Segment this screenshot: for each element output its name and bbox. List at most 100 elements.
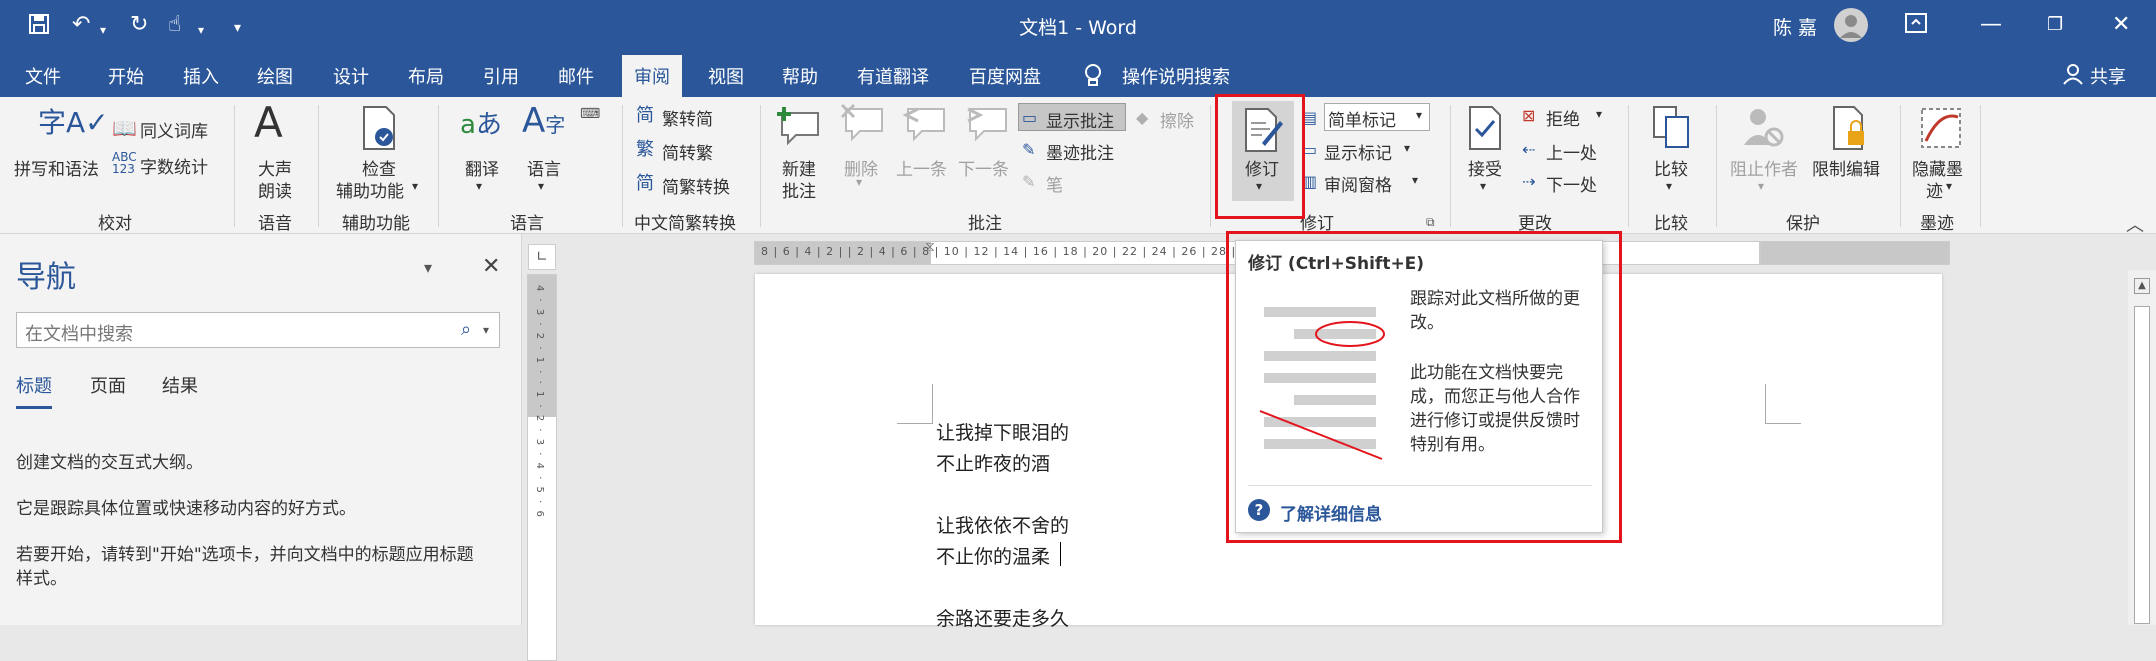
ink-comment-icon: ✎ xyxy=(1022,140,1036,159)
document-line[interactable]: 不止昨夜的酒 xyxy=(936,449,1050,476)
next-comment-button[interactable]: 下一条 xyxy=(958,155,1009,180)
nav-options-icon[interactable]: ▾ xyxy=(424,258,432,277)
restore-icon[interactable]: ❐ xyxy=(2047,13,2063,37)
hide-ink-label: 迹 xyxy=(1926,182,1943,202)
delete-comment-icon xyxy=(838,101,884,152)
previous-change-button[interactable]: 上一处 xyxy=(1546,139,1597,164)
reviewing-pane-button[interactable]: 审阅窗格 xyxy=(1324,171,1392,196)
avatar[interactable] xyxy=(1834,8,1868,42)
accept-button[interactable]: 接受 xyxy=(1468,155,1502,180)
scroll-thumb[interactable] xyxy=(2134,306,2150,624)
tab-references[interactable]: 引用 xyxy=(483,63,519,89)
tab-review[interactable]: 审阅 xyxy=(622,55,682,97)
ribbon-display-icon[interactable] xyxy=(1905,13,1927,40)
group-ink: 墨迹 xyxy=(1920,214,1954,234)
tell-me-search[interactable]: 操作说明搜索 xyxy=(1122,63,1230,89)
separator xyxy=(1980,105,1981,227)
tab-mailings[interactable]: 邮件 xyxy=(558,63,594,89)
tab-file[interactable]: 文件 xyxy=(25,63,61,89)
tab-selector[interactable]: ∟ xyxy=(528,244,556,270)
tab-headings[interactable]: 标题 xyxy=(16,372,52,409)
document-line[interactable]: 不止你的温柔 xyxy=(936,542,1050,569)
group-chinese-conversion: 中文简繁转换 xyxy=(634,214,736,234)
indent-marker[interactable]: ⧖ xyxy=(925,239,935,255)
document-line[interactable]: 让我依依不舍的 xyxy=(936,511,1069,538)
restrict-editing-button[interactable]: 限制编辑 xyxy=(1812,155,1880,180)
minimize-icon[interactable]: — xyxy=(1980,13,2002,37)
restrict-editing-icon xyxy=(1830,105,1870,160)
nav-hint-3: 若要开始，请转到"开始"选项卡，并向文档中的标题应用标题 xyxy=(16,545,474,565)
erase-button[interactable]: 擦除 xyxy=(1160,107,1194,132)
person-icon xyxy=(2063,63,2083,90)
separator xyxy=(622,105,623,227)
to-traditional-icon: 繁 xyxy=(636,139,654,160)
check-accessibility-label: 辅助功能 xyxy=(336,182,404,202)
read-aloud-icon: A xyxy=(254,98,283,147)
close-icon[interactable]: ✕ xyxy=(482,254,500,279)
chevron-down-icon: ▾ xyxy=(476,179,483,193)
accept-icon xyxy=(1466,105,1502,160)
tab-home[interactable]: 开始 xyxy=(108,63,144,89)
next-change-icon: ⇢ xyxy=(1522,172,1536,191)
user-name[interactable]: 陈 嘉 xyxy=(1773,13,1817,40)
separator xyxy=(438,105,439,227)
tab-pages[interactable]: 页面 xyxy=(90,372,126,398)
keyboard-icon[interactable]: ⌨ xyxy=(580,103,600,125)
nav-search-input[interactable]: 在文档中搜索 ⌕ ▾ xyxy=(16,312,500,348)
spelling-grammar-button[interactable]: 拼写和语法 xyxy=(14,155,99,180)
thesaurus-button[interactable]: 同义词库 xyxy=(140,117,208,142)
chevron-down-icon: ▾ xyxy=(538,179,545,193)
vertical-ruler: 4 · 3 · 2 · 1 · · 1 · 2 · 3 · 4 · 5 · 6 xyxy=(527,274,557,661)
simplified-to-traditional-button[interactable]: 简转繁 xyxy=(662,139,713,164)
document-line[interactable]: 余路还要走多久 xyxy=(936,604,1069,631)
search-icon[interactable]: ⌕ xyxy=(461,319,471,340)
vertical-scrollbar[interactable]: ▲ xyxy=(2128,270,2156,625)
nav-hint-2: 它是跟踪具体位置或快速移动内容的好方式。 xyxy=(16,499,356,519)
group-speech: 语音 xyxy=(258,214,292,234)
collapse-ribbon-icon[interactable]: ︿ xyxy=(2126,211,2144,237)
compare-button[interactable]: 比较 xyxy=(1654,155,1688,180)
text-cursor xyxy=(1060,542,1061,566)
separator xyxy=(1900,105,1901,227)
tab-insert[interactable]: 插入 xyxy=(183,63,219,89)
share-button[interactable]: 共享 xyxy=(2090,63,2126,89)
next-comment-icon xyxy=(962,101,1008,152)
block-authors-button[interactable]: 阻止作者 xyxy=(1730,155,1798,180)
ink-comment-button[interactable]: 墨迹批注 xyxy=(1046,139,1114,164)
language-button[interactable]: 语言 xyxy=(527,155,561,180)
margin-mark xyxy=(897,384,933,424)
tab-view[interactable]: 视图 xyxy=(708,63,744,89)
previous-comment-button[interactable]: 上一条 xyxy=(896,155,947,180)
highlight-box xyxy=(1215,94,1305,219)
scroll-up-icon[interactable]: ▲ xyxy=(2134,278,2150,294)
tab-layout[interactable]: 布局 xyxy=(408,63,444,89)
document-line[interactable]: 让我掉下眼泪的 xyxy=(936,418,1069,445)
spelling-icon: 字A✓ xyxy=(38,106,109,139)
show-markup-button[interactable]: 显示标记 xyxy=(1324,139,1392,164)
tab-design[interactable]: 设计 xyxy=(333,63,369,89)
separator xyxy=(1628,105,1629,227)
word-count-button[interactable]: 字数统计 xyxy=(140,153,208,178)
tab-baidu-pan[interactable]: 百度网盘 xyxy=(969,63,1041,89)
next-change-button[interactable]: 下一处 xyxy=(1546,171,1597,196)
pen-button[interactable]: 笔 xyxy=(1046,171,1063,196)
chevron-down-icon[interactable]: ▾ xyxy=(483,323,489,337)
previous-comment-icon xyxy=(900,101,946,152)
tab-help[interactable]: 帮助 xyxy=(782,63,818,89)
chevron-down-icon: ▾ xyxy=(412,179,419,193)
show-comments-label: 显示批注 xyxy=(1046,112,1114,132)
dialog-launcher-icon[interactable]: ⧉ xyxy=(1426,215,1435,230)
traditional-to-simplified-button[interactable]: 繁转简 xyxy=(662,105,713,130)
translate-button[interactable]: 翻译 xyxy=(465,155,499,180)
chinese-conversion-button[interactable]: 简繁转换 xyxy=(662,173,730,198)
chevron-down-icon: ▾ xyxy=(1758,179,1765,193)
compare-icon xyxy=(1652,105,1692,160)
vertical-ruler-ticks: 4 · 3 · 2 · 1 · · 1 · 2 · 3 · 4 · 5 · 6 xyxy=(534,285,545,519)
group-comments: 批注 xyxy=(968,214,1002,234)
reject-button[interactable]: 拒绝 xyxy=(1546,105,1580,130)
close-icon[interactable]: ✕ xyxy=(2112,13,2130,37)
tab-results[interactable]: 结果 xyxy=(162,372,198,398)
tab-draw[interactable]: 绘图 xyxy=(257,63,293,89)
tab-youdao[interactable]: 有道翻译 xyxy=(857,63,929,89)
group-accessibility: 辅助功能 xyxy=(342,214,410,234)
